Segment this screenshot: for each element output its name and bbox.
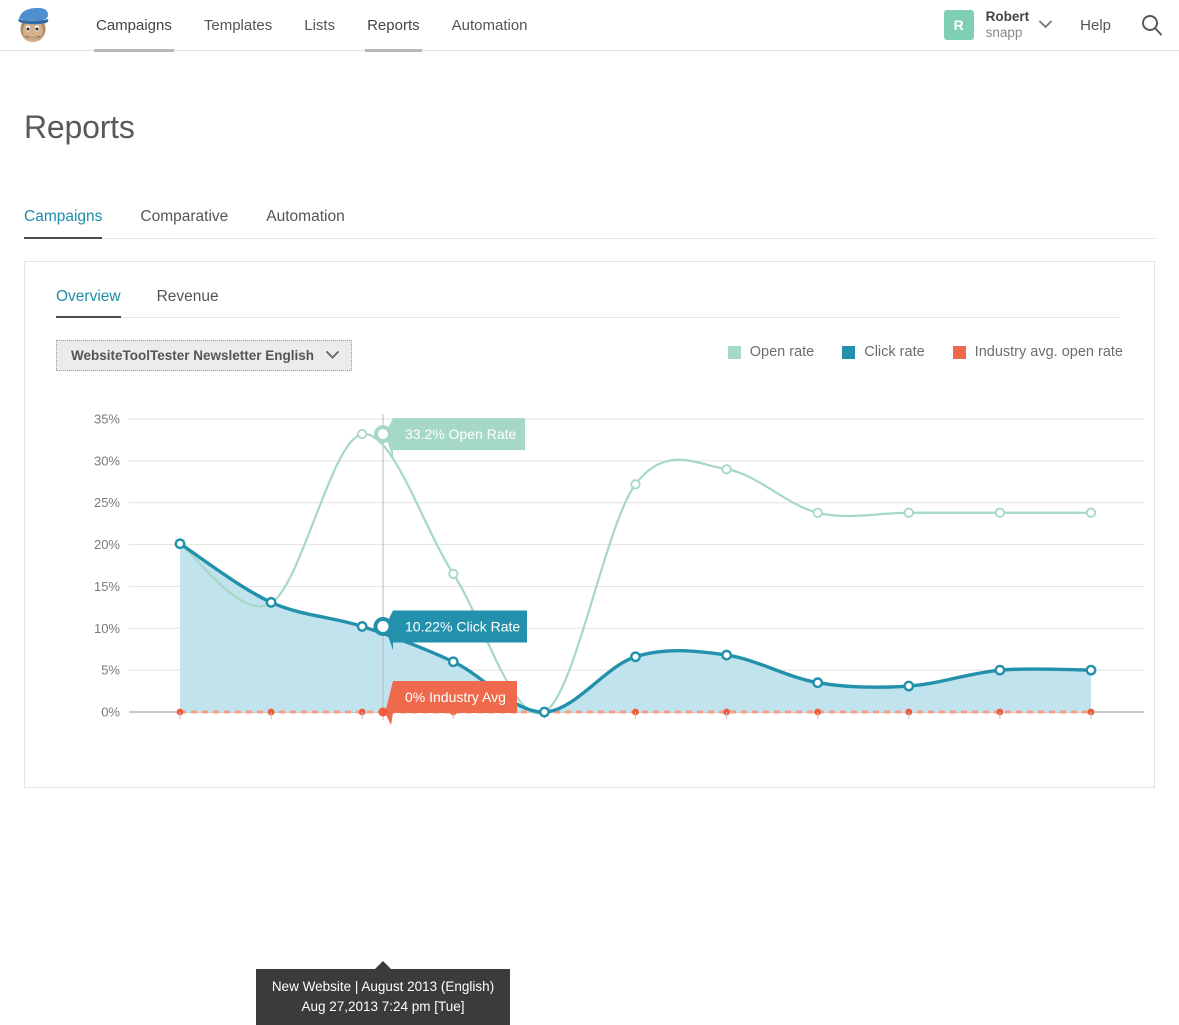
open-rate-callout[interactable]: 33.2% Open Rate	[385, 418, 525, 458]
industry-avg-point[interactable]	[723, 709, 730, 716]
user-name: Robert	[986, 9, 1030, 25]
legend-label-industry-avg: Industry avg. open rate	[975, 344, 1123, 360]
chart-legend: Open rate Click rate Industry avg. open …	[700, 344, 1123, 360]
y-axis-tick: 15%	[94, 579, 120, 594]
hover-tooltip-line1: New Website | August 2013 (English)	[262, 977, 504, 997]
open-rate-callout-text: 33.2% Open Rate	[405, 426, 517, 442]
open-rate-point[interactable]	[905, 509, 913, 517]
open-rate-point[interactable]	[358, 430, 366, 438]
open-rate-point[interactable]	[540, 708, 548, 716]
tab-automation[interactable]: Automation	[266, 208, 344, 238]
campaign-select[interactable]: WebsiteToolTester Newsletter English	[56, 340, 352, 371]
chevron-down-icon[interactable]	[1039, 18, 1052, 32]
click-rate-area	[180, 544, 1091, 712]
click-rate-point[interactable]	[358, 622, 366, 630]
page-body: Reports Campaigns Comparative Automation…	[0, 109, 1179, 788]
click-rate-point[interactable]	[267, 598, 275, 606]
y-axis-tick: 20%	[94, 537, 120, 552]
y-axis-tick: 10%	[94, 621, 120, 636]
open-rate-point[interactable]	[814, 509, 822, 517]
industry-avg-point[interactable]	[541, 709, 548, 716]
click-rate-point[interactable]	[722, 651, 730, 659]
open-rate-point[interactable]	[996, 509, 1004, 517]
legend-swatch-industry-avg	[953, 346, 966, 359]
y-axis-tick: 0%	[101, 705, 120, 720]
chart-controls: WebsiteToolTester Newsletter English Ope…	[56, 340, 1154, 370]
top-navigation-bar: Campaigns Templates Lists Reports Automa…	[0, 0, 1179, 51]
industry-avg-point[interactable]	[177, 709, 184, 716]
click-rate-callout-text: 10.22% Click Rate	[405, 618, 520, 634]
tab-revenue[interactable]: Revenue	[157, 288, 219, 317]
user-account: snapp	[986, 25, 1030, 41]
campaign-select-value: WebsiteToolTester Newsletter English	[71, 348, 314, 363]
open-rate-point[interactable]	[631, 480, 639, 488]
click-rate-point[interactable]	[540, 708, 548, 716]
click-rate-point[interactable]	[814, 679, 822, 687]
legend-item-industry-avg[interactable]: Industry avg. open rate	[953, 344, 1123, 360]
nav-link-automation[interactable]: Automation	[436, 0, 544, 51]
primary-nav-links: Campaigns Templates Lists Reports Automa…	[80, 0, 544, 51]
click-rate-line	[180, 544, 1091, 712]
report-card: Overview Revenue WebsiteToolTester Newsl…	[24, 261, 1155, 788]
click-rate-point[interactable]	[631, 653, 639, 661]
legend-item-click-rate[interactable]: Click rate	[842, 344, 924, 360]
industry-avg-point[interactable]	[450, 709, 457, 716]
report-tabs: Campaigns Comparative Automation	[24, 208, 1155, 239]
y-axis-tick: 35%	[94, 412, 120, 427]
y-axis-tick: 25%	[94, 495, 120, 510]
page-title: Reports	[24, 109, 1155, 146]
click-rate-point[interactable]	[905, 682, 913, 690]
nav-right-cluster: R Robert snapp Help	[944, 9, 1179, 40]
industry-avg-callout-text: 0% Industry Avg	[405, 689, 506, 705]
click-rate-point[interactable]	[176, 540, 184, 548]
avatar[interactable]: R	[944, 10, 974, 40]
open-rate-line	[180, 434, 1091, 714]
open-rate-point[interactable]	[449, 570, 457, 578]
open-rate-point[interactable]	[1087, 509, 1095, 517]
search-icon[interactable]	[1141, 14, 1163, 36]
industry-avg-point[interactable]	[268, 709, 275, 716]
click-rate-point[interactable]	[1087, 666, 1095, 674]
nav-link-templates[interactable]: Templates	[188, 0, 288, 51]
click-rate-callout[interactable]: 10.22% Click Rate	[385, 610, 527, 650]
open-rate-callout-marker[interactable]	[376, 427, 390, 441]
nav-link-campaigns[interactable]: Campaigns	[80, 0, 188, 51]
click-rate-point[interactable]	[996, 666, 1004, 674]
industry-avg-point[interactable]	[1088, 709, 1095, 716]
legend-item-open-rate[interactable]: Open rate	[728, 344, 815, 360]
legend-label-click-rate: Click rate	[864, 344, 924, 360]
open-rate-point[interactable]	[267, 599, 275, 607]
hover-tooltip-line2: Aug 27,2013 7:24 pm [Tue]	[262, 997, 504, 1017]
industry-avg-callout-marker[interactable]	[379, 708, 388, 717]
open-rate-point[interactable]	[176, 540, 184, 548]
industry-avg-point[interactable]	[359, 709, 366, 716]
nav-link-lists[interactable]: Lists	[288, 0, 351, 51]
industry-avg-point[interactable]	[814, 709, 821, 716]
legend-swatch-open-rate	[728, 346, 741, 359]
tab-campaigns[interactable]: Campaigns	[24, 208, 102, 238]
nav-link-reports[interactable]: Reports	[351, 0, 436, 51]
tab-comparative[interactable]: Comparative	[140, 208, 228, 238]
open-rate-point[interactable]	[722, 465, 730, 473]
legend-label-open-rate: Open rate	[750, 344, 815, 360]
industry-avg-point[interactable]	[632, 709, 639, 716]
legend-swatch-click-rate	[842, 346, 855, 359]
industry-avg-callout[interactable]: 0% Industry Avg	[385, 681, 517, 725]
hover-tooltip: New Website | August 2013 (English) Aug …	[256, 969, 510, 1025]
industry-avg-point[interactable]	[905, 709, 912, 716]
help-link[interactable]: Help	[1080, 17, 1111, 34]
click-rate-point[interactable]	[449, 658, 457, 666]
chevron-down-icon	[326, 350, 339, 362]
card-tabs: Overview Revenue	[56, 288, 1120, 318]
user-menu[interactable]: Robert snapp	[986, 9, 1030, 40]
y-axis-tick: 5%	[101, 663, 120, 678]
click-rate-callout-marker[interactable]	[376, 619, 391, 634]
mailchimp-freddie-logo[interactable]	[14, 5, 50, 45]
tab-overview[interactable]: Overview	[56, 288, 121, 317]
industry-avg-point[interactable]	[997, 709, 1004, 716]
y-axis-tick: 30%	[94, 453, 120, 468]
